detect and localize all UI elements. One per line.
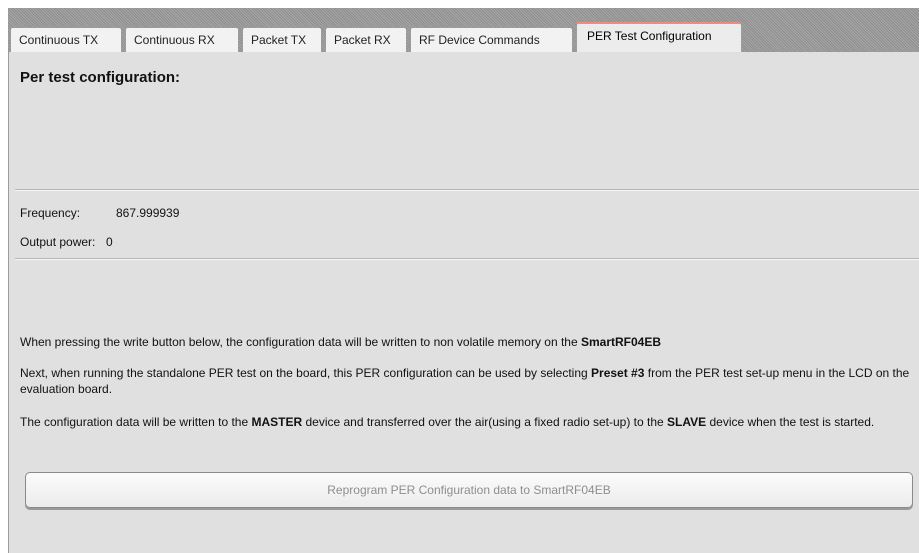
write-info-text: When pressing the write button below, th… bbox=[20, 334, 910, 350]
frequency-value: 867.999939 bbox=[116, 206, 180, 220]
divider bbox=[15, 189, 919, 191]
reprogram-per-configuration-button[interactable]: Reprogram PER Configuration data to Smar… bbox=[25, 472, 913, 508]
preset-info-text: Next, when running the standalone PER te… bbox=[20, 365, 910, 397]
output-power-row: Output power: 0 bbox=[20, 235, 113, 249]
tab-rf-device-commands[interactable]: RF Device Commands bbox=[410, 27, 573, 52]
preset-number: Preset #3 bbox=[591, 366, 645, 380]
divider bbox=[15, 258, 919, 260]
tab-bar: Continuous TX Continuous RX Packet TX Pa… bbox=[8, 14, 742, 52]
frequency-label: Frequency: bbox=[20, 206, 81, 220]
output-power-value: 0 bbox=[106, 235, 113, 249]
device-name-smartrf04eb: SmartRF04EB bbox=[580, 335, 662, 349]
master-slave-info-text-part: The configuration data will be written t… bbox=[20, 415, 252, 429]
tab-continuous-tx[interactable]: Continuous TX bbox=[10, 27, 122, 52]
frequency-row: Frequency: 867.999939 bbox=[20, 206, 179, 220]
per-test-configuration-panel: Per test configuration: Frequency: 867.99… bbox=[8, 52, 919, 553]
preset-info-text-part: Next, when running the standalone PER te… bbox=[20, 366, 592, 380]
output-power-label: Output power: bbox=[20, 235, 96, 249]
panel-title: Per test configuration: bbox=[20, 69, 181, 86]
master-slave-info-text: The configuration data will be written t… bbox=[20, 414, 910, 430]
tab-packet-rx[interactable]: Packet RX bbox=[325, 27, 407, 52]
tab-packet-tx[interactable]: Packet TX bbox=[242, 27, 322, 52]
master-slave-info-text-part: device when the test is started. bbox=[706, 415, 875, 429]
write-info-text-part: When pressing the write button below, th… bbox=[20, 335, 581, 349]
slave-label: SLAVE bbox=[667, 415, 707, 429]
master-label: MASTER bbox=[251, 415, 303, 429]
master-slave-info-text-part: device and transferred over the air(usin… bbox=[302, 415, 668, 429]
tab-per-test-configuration[interactable]: PER Test Configuration bbox=[576, 22, 742, 52]
tab-continuous-rx[interactable]: Continuous RX bbox=[125, 27, 239, 52]
